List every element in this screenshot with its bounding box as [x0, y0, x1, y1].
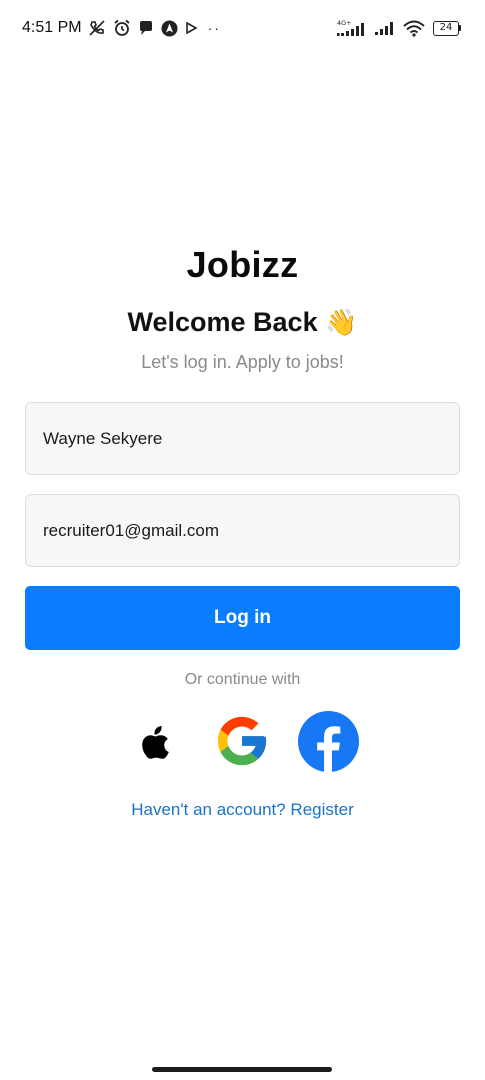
status-left: 4:51 PM ··	[22, 19, 221, 37]
play-store-icon	[185, 22, 197, 34]
battery-level: 24	[433, 20, 459, 36]
login-button[interactable]: Log in	[25, 586, 460, 650]
app-title: Jobizz	[186, 244, 299, 285]
navigation-icon	[161, 20, 178, 37]
google-login-button[interactable]	[210, 710, 274, 772]
name-field[interactable]	[25, 402, 460, 475]
status-right: 4G+ 24	[329, 19, 461, 37]
waving-hand-icon: 👋	[325, 307, 358, 337]
network-type-label: 4G+	[337, 19, 352, 27]
alarm-icon	[113, 19, 131, 37]
apple-login-button[interactable]	[136, 724, 176, 760]
status-more-dots: ··	[207, 20, 221, 36]
status-time: 4:51 PM	[22, 19, 82, 36]
apple-icon	[142, 726, 169, 759]
social-login-row	[0, 710, 485, 773]
welcome-heading: Welcome Back 👋	[0, 307, 485, 338]
battery-icon: 24	[433, 20, 461, 36]
email-input[interactable]	[43, 520, 459, 541]
email-field[interactable]	[25, 494, 460, 567]
login-screen: 4:51 PM ·· 4G+ 24 Jobizz Welcome Back 👋 …	[0, 0, 485, 1080]
home-indicator[interactable]	[152, 1067, 332, 1072]
facebook-icon	[297, 710, 360, 773]
register-link[interactable]: Haven't an account? Register	[0, 800, 485, 820]
name-input[interactable]	[43, 428, 459, 449]
call-muted-icon	[88, 19, 106, 37]
google-icon	[217, 716, 267, 766]
facebook-login-button[interactable]	[297, 710, 360, 773]
status-bar: 4:51 PM ·· 4G+ 24	[0, 0, 485, 56]
signal-strength-2-icon	[375, 20, 395, 36]
subtitle: Let's log in. Apply to jobs!	[141, 352, 344, 372]
signal-strength-icon: 4G+	[337, 19, 367, 37]
chat-bubble-icon	[138, 20, 154, 36]
wifi-icon	[403, 20, 425, 37]
or-continue-with: Or continue with	[184, 671, 301, 688]
welcome-text: Welcome Back	[127, 307, 318, 337]
